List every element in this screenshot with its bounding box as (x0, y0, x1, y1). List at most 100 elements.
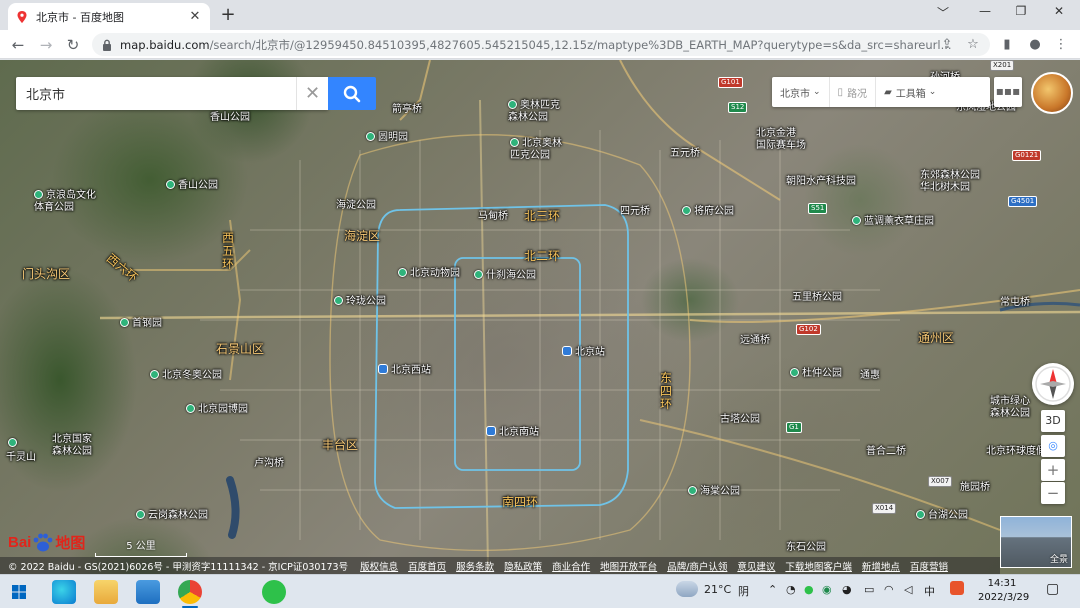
place-poi[interactable]: 北京金港 国际赛车场 (756, 128, 806, 152)
browser-tab[interactable]: 北京市 - 百度地图 ✕ (8, 3, 210, 30)
tab-close-icon[interactable]: ✕ (188, 9, 202, 24)
place-label[interactable]: 常屯桥 (1000, 297, 1030, 309)
toolbox-button[interactable]: ▰ 工具箱 ⌄ (876, 77, 944, 107)
railway-station-poi[interactable]: 北京站 (562, 346, 605, 359)
footer-link[interactable]: 百度首页 (408, 559, 446, 573)
park-poi[interactable]: 玲珑公园 (334, 296, 386, 308)
edge-browser-icon[interactable] (52, 580, 76, 604)
weather-temp[interactable]: 21°C (704, 583, 731, 596)
new-tab-button[interactable]: + (218, 5, 238, 25)
wechat-icon[interactable] (262, 580, 286, 604)
tray-app-icon[interactable] (950, 581, 964, 595)
park-poi[interactable]: 京浪岛文化 体育公园 (34, 190, 96, 214)
place-label[interactable]: 五元桥 (670, 148, 700, 160)
railway-station-poi[interactable]: 北京南站 (486, 426, 539, 439)
zoom-out-button[interactable]: − (1041, 482, 1065, 504)
user-avatar[interactable] (1031, 72, 1073, 114)
3d-view-button[interactable]: 3D (1041, 410, 1065, 432)
footer-link[interactable]: 意见建议 (737, 559, 775, 573)
search-input[interactable]: 北京市 (16, 84, 296, 103)
file-explorer-icon[interactable] (94, 580, 118, 604)
park-poi[interactable]: 海淀公园 (336, 200, 376, 212)
park-poi[interactable]: 北京奥林 匹克公园 (510, 138, 562, 162)
park-poi[interactable]: 东石公园 (786, 542, 826, 554)
network-icon[interactable]: ▭ (864, 583, 874, 596)
park-poi[interactable]: 五里桥公园 (792, 292, 842, 304)
restore-button[interactable]: ❐ (1006, 4, 1036, 22)
panorama-thumbnail[interactable]: 全景 (1000, 516, 1072, 568)
park-poi[interactable]: 蓝调薰衣草庄园 (852, 216, 934, 228)
place-label[interactable]: 马甸桥 (478, 211, 508, 223)
footer-link[interactable]: 百度营销 (910, 559, 948, 573)
place-poi[interactable]: 朝阳水产科技园 (786, 176, 856, 188)
baidu-map-logo[interactable]: Bai 地图 (8, 532, 85, 553)
railway-station-poi[interactable]: 北京西站 (378, 364, 431, 377)
park-poi[interactable]: 香山公园 (166, 180, 218, 192)
zoom-in-button[interactable]: + (1041, 459, 1065, 481)
satellite-map[interactable]: 海淀区 门头沟区 石景山区 丰台区 通州区 北三环 北二环 南四环 东四环 西五… (0, 60, 1080, 574)
place-label[interactable]: 施园桥 (960, 482, 990, 494)
address-bar[interactable]: map.baidu.com/search/北京市/@12959450.84510… (92, 33, 990, 56)
city-selector[interactable]: 北京市 ⌄ (772, 77, 830, 107)
search-button[interactable] (328, 77, 376, 110)
place-label[interactable]: 普合二桥 (866, 446, 906, 458)
footer-link[interactable]: 服务条款 (456, 559, 494, 573)
park-poi[interactable]: 海棠公园 (688, 486, 740, 498)
wifi-icon[interactable]: ◠ (884, 583, 894, 596)
windows-start-icon[interactable] (12, 585, 26, 599)
park-poi[interactable]: 香山公园 (210, 112, 250, 124)
footer-link[interactable]: 隐私政策 (504, 559, 542, 573)
park-poi[interactable]: 古塔公园 (720, 414, 760, 426)
notification-icon[interactable]: ▢ (1046, 581, 1059, 597)
place-label[interactable]: 通惠 (860, 370, 880, 382)
park-poi[interactable] (8, 438, 20, 450)
reload-icon[interactable]: ↻ (63, 35, 83, 55)
mail-icon[interactable] (136, 580, 160, 604)
input-language[interactable]: 中 (924, 583, 935, 599)
back-arrow-icon[interactable]: ← (8, 35, 28, 55)
forward-arrow-icon[interactable]: → (36, 35, 56, 55)
message-icon[interactable]: ▪▪▪ (994, 77, 1022, 107)
park-poi[interactable]: 城市绿心 森林公园 (990, 396, 1030, 420)
place-label[interactable]: 卢沟桥 (254, 458, 284, 470)
close-window-button[interactable]: ✕ (1044, 4, 1074, 22)
footer-link[interactable]: 下载地图客户端 (785, 559, 852, 573)
traffic-button[interactable]: ▯ 路况 (830, 77, 877, 107)
tab-search-icon[interactable]: ﹀ (928, 4, 958, 22)
wechat-tray-icon[interactable]: ● (804, 583, 814, 596)
park-poi[interactable]: 奥林匹克 森林公园 (508, 100, 560, 124)
place-label[interactable]: 箭亭桥 (392, 104, 422, 116)
park-poi[interactable]: 首钢园 (120, 318, 162, 330)
park-poi[interactable]: 北京冬奥公园 (150, 370, 222, 382)
footer-link[interactable]: 新增地点 (862, 559, 900, 573)
park-poi[interactable]: 杜仲公园 (790, 368, 842, 380)
park-poi[interactable]: 圆明园 (366, 132, 408, 144)
park-poi[interactable]: 北京国家 森林公园 (52, 434, 92, 458)
more-menu-icon[interactable]: ⋮ (1052, 36, 1070, 54)
volume-icon[interactable]: ◁ (904, 583, 912, 596)
tray-app-icon[interactable]: ◉ (822, 583, 832, 596)
footer-link[interactable]: 商业合作 (552, 559, 590, 573)
footer-link[interactable]: 地图开放平台 (600, 559, 657, 573)
park-poi[interactable]: 千灵山 (6, 452, 36, 464)
taskbar-clock[interactable]: 14:31 2022/3/29 (978, 577, 1029, 605)
qq-icon[interactable]: ◕ (842, 583, 852, 596)
share-icon[interactable]: ⇪ (938, 36, 956, 54)
side-panel-icon[interactable]: ▮ (998, 36, 1016, 54)
minimize-button[interactable]: — (970, 4, 1000, 22)
tray-app-icon[interactable]: ◔ (786, 583, 796, 596)
park-poi[interactable]: 云岗森林公园 (136, 510, 208, 522)
place-label[interactable]: 远通桥 (740, 335, 770, 347)
place-label[interactable]: 四元桥 (620, 206, 650, 218)
locate-icon[interactable]: ◎ (1041, 435, 1065, 457)
weather-condition[interactable]: 阴 (738, 583, 749, 599)
tray-overflow-icon[interactable]: ⌃ (768, 583, 777, 596)
park-poi[interactable]: 东郊森林公园 华北树木园 (920, 170, 980, 194)
profile-icon[interactable]: ● (1026, 36, 1044, 54)
bookmark-star-icon[interactable]: ☆ (964, 36, 982, 54)
chrome-browser-icon[interactable] (178, 580, 202, 608)
footer-link[interactable]: 版权信息 (360, 559, 398, 573)
clear-search-icon[interactable]: ✕ (296, 77, 328, 110)
park-poi[interactable]: 什刹海公园 (474, 270, 536, 282)
park-poi[interactable]: 台湖公园 (916, 510, 968, 522)
